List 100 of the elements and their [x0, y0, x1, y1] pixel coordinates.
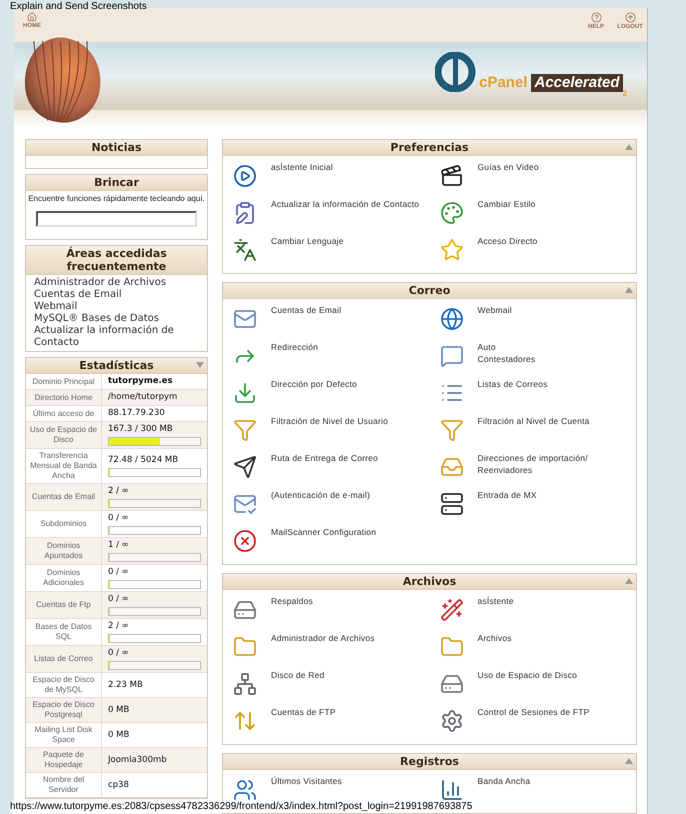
- stat-value: 72.48 / 5024 MB: [108, 455, 180, 466]
- triangle-up-icon[interactable]: [625, 578, 633, 584]
- folder-icon[interactable]: [440, 635, 464, 659]
- logout-icon: [624, 12, 636, 23]
- feature-link[interactable]: Uso de Espacio de Disco: [478, 668, 578, 681]
- stat-value: 0 / ∞: [108, 513, 130, 524]
- feature-link[interactable]: Banda Ancha: [478, 774, 530, 787]
- frequent-link[interactable]: Actualizar la información de Contacto: [34, 325, 199, 349]
- inbox-icon[interactable]: [440, 455, 464, 479]
- feature-link[interactable]: Cambiar Estilo: [478, 197, 536, 210]
- feature-link[interactable]: Guías en Video: [478, 160, 539, 173]
- feature-link[interactable]: Respaldos: [271, 594, 313, 607]
- stat-label: Transferencia Mensual de Banda Ancha: [29, 451, 98, 481]
- stat-value: tutorpyme.es: [108, 376, 174, 387]
- stat-value: Joomla300mb: [108, 754, 168, 766]
- home-icon: [27, 12, 37, 22]
- triangle-up-icon[interactable]: [625, 287, 633, 293]
- download-icon[interactable]: [233, 381, 257, 405]
- feature-link[interactable]: (Autenticación de e-mail): [271, 488, 370, 501]
- star-icon[interactable]: [440, 238, 464, 262]
- feature-link[interactable]: Control de Sesiones de FTP: [478, 705, 590, 718]
- palette-icon[interactable]: [440, 201, 464, 225]
- panel-title: Correo: [408, 284, 450, 297]
- stat-label: Listas de Correo: [34, 654, 93, 664]
- frequent-link[interactable]: Cuentas de Email: [34, 289, 199, 301]
- stat-label: Bases de Datos SQL: [34, 622, 93, 642]
- jump-hint: Encuentre funciones rápidamente tecleando aquí.: [27, 193, 206, 204]
- globe-icon[interactable]: [440, 307, 464, 331]
- chat-icon[interactable]: [440, 344, 464, 368]
- server-icon[interactable]: [440, 492, 464, 516]
- play-icon[interactable]: [233, 164, 257, 188]
- feature-link[interactable]: Administrador de Archivos: [271, 631, 375, 644]
- hard-drive-icon[interactable]: [440, 672, 464, 696]
- frequent-link[interactable]: Webmail: [34, 301, 199, 313]
- triangle-down-icon[interactable]: [196, 362, 204, 368]
- feature-link[interactable]: Filtración de Nivel de Usuario: [271, 414, 388, 427]
- feature-link[interactable]: asÍstente Inicial: [271, 160, 333, 173]
- bar-chart-icon[interactable]: [440, 778, 464, 802]
- overlay-title: Explain and Send Screenshots: [10, 1, 147, 13]
- panel-title: Brincar: [94, 176, 139, 189]
- hard-drive-icon[interactable]: [233, 598, 257, 622]
- panel-title: Noticias: [91, 141, 142, 154]
- stat-value: 2.23 MB: [108, 680, 144, 690]
- feature-link[interactable]: Filtración al Nivel de Cuenta: [478, 414, 590, 427]
- search-field[interactable]: [36, 211, 197, 227]
- feature-link[interactable]: Actualizar la información de Contacto: [271, 197, 420, 210]
- feature-link[interactable]: Cuentas de FTP: [271, 705, 336, 718]
- logo-brand: cPanel: [479, 74, 528, 92]
- feature-link[interactable]: asÍstente: [478, 594, 514, 607]
- feature-link[interactable]: MailScanner Configuration: [271, 525, 376, 538]
- logo-edition: 2: [622, 90, 627, 98]
- gear-icon[interactable]: [440, 709, 464, 733]
- triangle-up-icon[interactable]: [625, 144, 633, 150]
- feature-link[interactable]: Redirección: [271, 340, 318, 353]
- feature-link[interactable]: Archivos: [478, 631, 512, 644]
- feature-link[interactable]: Cuentas de Email: [271, 303, 342, 316]
- stat-value: 0 / ∞: [108, 648, 130, 659]
- stat-label: Subdominios: [40, 519, 87, 529]
- feature-link[interactable]: Disco de Red: [271, 668, 324, 681]
- users-icon[interactable]: [233, 778, 257, 802]
- feature-link[interactable]: Cambiar Lenguaje: [271, 234, 344, 247]
- feature-link[interactable]: Dirección por Defecto: [271, 377, 357, 390]
- error-icon[interactable]: [233, 529, 257, 553]
- mail-check-icon[interactable]: [233, 492, 257, 516]
- language-icon[interactable]: [233, 238, 257, 262]
- triangle-up-icon[interactable]: [625, 758, 633, 764]
- stat-value: /home/tutorpym: [108, 392, 178, 403]
- stat-label: Cuentas de Ftp: [36, 600, 91, 610]
- status-url: https://www.tutorpyme.es:2083/cpsess4782336299/frontend/x3/index.html?post_login=21991987693875: [10, 801, 472, 813]
- stat-label: Directorio Home: [34, 392, 92, 402]
- panel-title: Archivos: [402, 575, 456, 588]
- stat-label: Último acceso de: [32, 408, 94, 418]
- feature-link[interactable]: Últimos Visitantes: [271, 774, 342, 787]
- panel-title: Áreas accedidas frecuentemente: [65, 247, 168, 273]
- frequent-link[interactable]: Administrador de Archivos: [34, 277, 199, 289]
- feature-link[interactable]: Auto Contestadores: [478, 340, 536, 365]
- network-icon[interactable]: [233, 672, 257, 696]
- stat-label: Cuentas de Email: [32, 492, 96, 502]
- filter-icon[interactable]: [440, 418, 464, 442]
- feature-link[interactable]: Listas de Correos: [478, 377, 548, 390]
- clipboard-icon[interactable]: [233, 201, 257, 225]
- filter-icon[interactable]: [233, 418, 257, 442]
- stat-label: Paquete de Hospedaje: [42, 750, 85, 770]
- feature-link[interactable]: Acceso Directo: [478, 234, 538, 247]
- clapperboard-icon[interactable]: [440, 164, 464, 188]
- send-icon[interactable]: [233, 455, 257, 479]
- feature-link[interactable]: Webmail: [478, 303, 512, 316]
- feature-link[interactable]: Direcciones de importación/ Reenviadores: [478, 451, 588, 476]
- wand-icon[interactable]: [440, 598, 464, 622]
- stat-value: 2 / ∞: [108, 486, 130, 497]
- frequent-link[interactable]: MySQL® Bases de Datos: [34, 313, 199, 325]
- envelope-icon[interactable]: [233, 307, 257, 331]
- folder-icon[interactable]: [233, 635, 257, 659]
- panel-title: Registros: [400, 755, 459, 768]
- arrows-icon[interactable]: [233, 709, 257, 733]
- feature-link[interactable]: Ruta de Entrega de Correo: [271, 451, 378, 464]
- feature-link[interactable]: Entrada de MX: [478, 488, 537, 501]
- stat-value: 2 / ∞: [108, 621, 130, 632]
- stat-label: Uso de Espacio de Disco: [28, 425, 98, 445]
- stat-value: cp38: [108, 780, 130, 790]
